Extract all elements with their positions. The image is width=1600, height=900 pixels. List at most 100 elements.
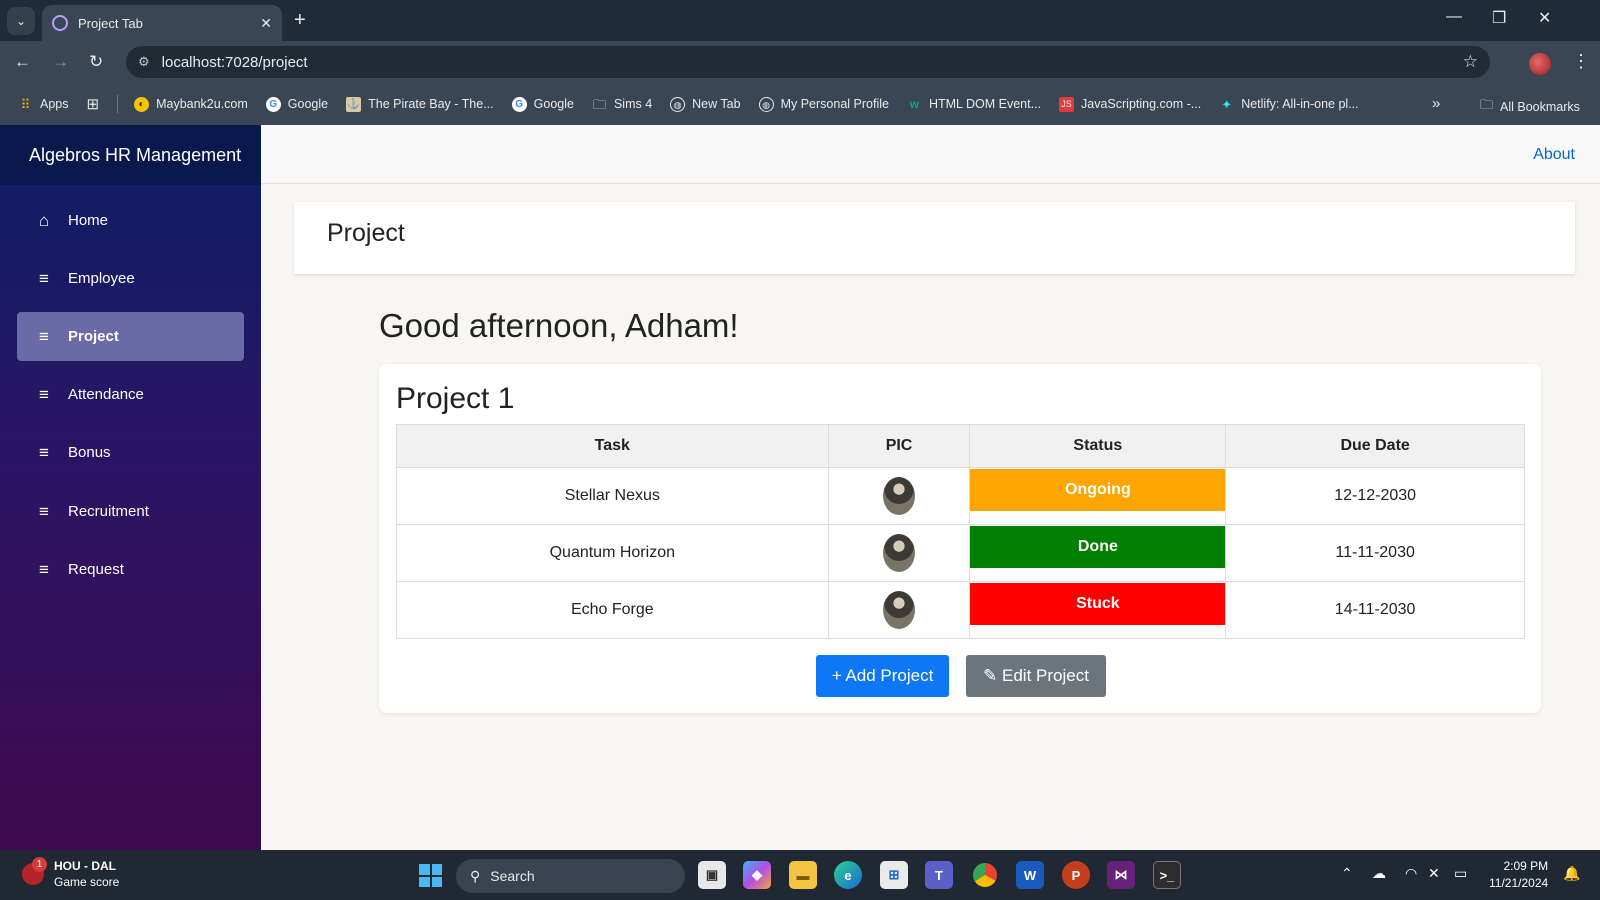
- notification-badge: 1: [32, 857, 47, 872]
- weather-widget[interactable]: 1 HOU - DAL Game score: [22, 857, 119, 890]
- bookmark-item[interactable]: JS JavaScripting.com -...: [1059, 96, 1201, 112]
- clock-date: 11/21/2024: [1489, 876, 1549, 890]
- home-icon: ⌂: [38, 210, 50, 230]
- status-cell: Done: [969, 524, 1227, 582]
- task-name: Echo Forge: [396, 581, 829, 639]
- bookmarks-overflow-icon[interactable]: »: [1432, 95, 1440, 112]
- about-link[interactable]: About: [1533, 146, 1575, 164]
- tab-search-button[interactable]: ⌄: [7, 7, 35, 35]
- project-title: Project 1: [396, 382, 515, 415]
- bookmark-item[interactable]: G Google: [265, 96, 328, 112]
- minimize-button[interactable]: —: [1446, 8, 1462, 26]
- site-info-icon[interactable]: ⚙: [138, 54, 150, 70]
- bookmark-item[interactable]: G Google: [511, 96, 574, 112]
- bookmarks-bar: ⠿ Apps ⊞ ◐ Maybank2u.com G Google ⚓ The …: [0, 83, 1600, 125]
- forward-arrow-icon[interactable]: →: [52, 52, 69, 72]
- microsoft-store-icon[interactable]: ⊞: [880, 861, 908, 889]
- system-clock[interactable]: 2:09 PM 11/21/2024: [1489, 858, 1548, 892]
- wifi-icon[interactable]: ◠: [1405, 865, 1417, 882]
- globe-icon: ◍: [758, 96, 774, 112]
- column-header-task: Task: [396, 424, 829, 468]
- profile-avatar[interactable]: [1529, 53, 1551, 75]
- sports-icon: 1: [22, 857, 47, 885]
- column-header-due-date: Due Date: [1225, 424, 1525, 468]
- status-cell: Stuck: [969, 581, 1227, 639]
- brand-title: Algebros HR Management: [0, 125, 261, 185]
- project-task-table: Task PIC Status Due Date Stellar Nexus O…: [396, 424, 1525, 639]
- address-bar[interactable]: ⚙ localhost:7028/project ☆: [126, 46, 1490, 78]
- sidebar-item-request[interactable]: ≡ Request: [17, 545, 244, 594]
- bookmark-folder[interactable]: 🗀 Sims 4: [592, 97, 652, 112]
- sidebar-item-project[interactable]: ≡ Project: [17, 312, 244, 361]
- copilot-icon[interactable]: ◆: [743, 861, 771, 889]
- browser-tabstrip: ⌄ Project Tab ✕ + — ❐ ✕: [0, 0, 1600, 41]
- battery-icon[interactable]: ▭: [1454, 865, 1467, 882]
- os-taskbar: 1 HOU - DAL Game score ⚲ Search ▣ ◆ ▬ e …: [0, 850, 1600, 900]
- notification-bell-icon[interactable]: 🔔: [1563, 865, 1580, 882]
- sidebar-item-recruitment[interactable]: ≡ Recruitment: [17, 487, 244, 536]
- word-icon[interactable]: W: [1016, 861, 1044, 889]
- windows-start-icon[interactable]: [419, 864, 442, 887]
- all-bookmarks-folder[interactable]: 🗀 All Bookmarks: [1480, 96, 1580, 118]
- browser-menu-icon[interactable]: ⋮: [1572, 51, 1590, 72]
- close-icon[interactable]: ✕: [260, 15, 272, 32]
- add-project-button[interactable]: + Add Project: [816, 655, 949, 697]
- avatar: [883, 591, 916, 629]
- bookmark-item[interactable]: w HTML DOM Event...: [907, 97, 1041, 112]
- edit-project-button[interactable]: ✎ Edit Project: [966, 655, 1106, 697]
- tab-favicon-icon: [52, 15, 68, 31]
- cloud-icon[interactable]: ☁: [1372, 865, 1386, 882]
- due-date: 14-11-2030: [1225, 581, 1525, 639]
- powerpoint-icon[interactable]: P: [1062, 861, 1090, 889]
- folder-icon: 🗀: [592, 96, 606, 112]
- tab-groups-button[interactable]: ⊞: [87, 95, 100, 113]
- status-badge: Ongoing: [970, 469, 1226, 511]
- maybank-icon: ◐: [134, 96, 150, 112]
- window-close-button[interactable]: ✕: [1538, 8, 1551, 28]
- chrome-icon[interactable]: [971, 861, 999, 889]
- restore-button[interactable]: ❐: [1492, 8, 1506, 28]
- file-explorer-icon[interactable]: ▬: [789, 861, 817, 889]
- bookmark-item[interactable]: ⚓ The Pirate Bay - The...: [346, 96, 494, 112]
- folder-icon: 🗀: [1480, 97, 1494, 112]
- bookmark-star-icon[interactable]: ☆: [1463, 52, 1478, 72]
- edge-icon[interactable]: e: [834, 861, 862, 889]
- table-row: Quantum Horizon Done 11-11-2030: [396, 524, 1525, 582]
- list-icon: ≡: [39, 559, 49, 579]
- terminal-icon[interactable]: >_: [1153, 861, 1181, 889]
- back-arrow-icon[interactable]: ←: [14, 52, 31, 72]
- task-name: Stellar Nexus: [396, 467, 829, 525]
- teams-icon[interactable]: T: [925, 861, 953, 889]
- google-icon: G: [511, 96, 527, 112]
- browser-toolbar: ← → ↻ ⚙ localhost:7028/project ☆: [0, 41, 1600, 83]
- bookmark-item[interactable]: ◍ My Personal Profile: [758, 96, 889, 112]
- avatar: [883, 477, 916, 515]
- bookmark-item[interactable]: ◍ New Tab: [670, 96, 741, 112]
- sidebar-item-bonus[interactable]: ≡ Bonus: [17, 428, 244, 477]
- sidebar-item-employee[interactable]: ≡ Employee: [17, 254, 244, 303]
- browser-tab[interactable]: Project Tab ✕: [42, 5, 282, 41]
- sidebar-item-home[interactable]: ⌂ Home: [17, 196, 244, 245]
- new-tab-button[interactable]: +: [294, 9, 306, 32]
- pic-cell: [827, 581, 971, 639]
- bookmark-item[interactable]: ◐ Maybank2u.com: [134, 96, 248, 112]
- pic-cell: [827, 467, 971, 525]
- reload-icon[interactable]: ↻: [89, 52, 103, 72]
- bookmark-apps[interactable]: ⠿ Apps: [18, 97, 69, 112]
- list-icon: ≡: [39, 442, 49, 462]
- search-placeholder: Search: [490, 868, 535, 884]
- chevron-up-icon[interactable]: ⌃: [1341, 865, 1353, 882]
- visual-studio-icon[interactable]: ⋈: [1107, 861, 1135, 889]
- volume-muted-icon[interactable]: ✕: [1428, 865, 1440, 882]
- w3schools-icon: w: [909, 96, 920, 111]
- task-view-icon[interactable]: ▣: [698, 861, 726, 889]
- grid-icon: ⊞: [86, 96, 100, 113]
- apps-grid-icon: ⠿: [20, 96, 31, 112]
- globe-icon: ◍: [670, 96, 686, 112]
- tab-title: Project Tab: [78, 15, 143, 31]
- taskbar-search[interactable]: ⚲ Search: [456, 859, 685, 893]
- clock-time: 2:09 PM: [1503, 859, 1549, 873]
- project-card: Project 1 Task PIC Status Due Date Stell…: [379, 364, 1541, 713]
- bookmark-item[interactable]: ✦ Netlify: All-in-one pl...: [1219, 97, 1358, 112]
- sidebar-item-attendance[interactable]: ≡ Attendance: [17, 370, 244, 419]
